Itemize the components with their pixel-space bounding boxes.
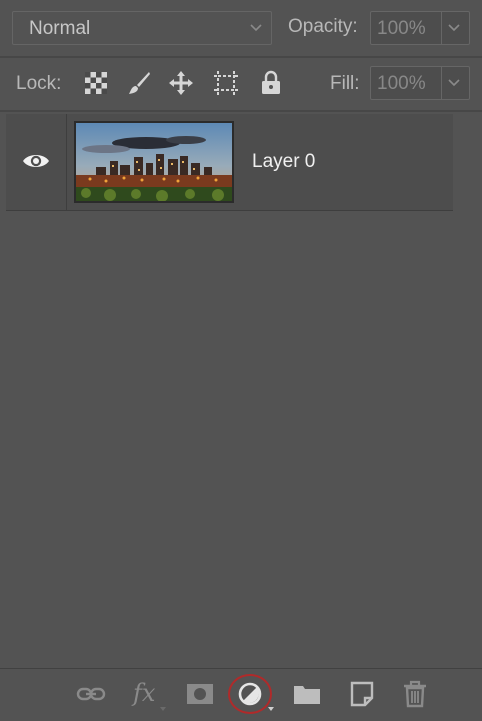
layers-toolbar: fx bbox=[0, 668, 482, 721]
fill-label: Fill: bbox=[330, 73, 360, 94]
eye-icon[interactable] bbox=[22, 151, 50, 171]
lock-row: Lock: Fill: 100% bbox=[0, 58, 482, 110]
layer-thumbnail[interactable] bbox=[74, 121, 234, 203]
artboard-icon[interactable] bbox=[213, 70, 239, 96]
blend-mode-dropdown[interactable]: Normal bbox=[12, 11, 272, 45]
visibility-toggle[interactable] bbox=[6, 114, 67, 210]
field-divider bbox=[441, 12, 442, 44]
link-icon[interactable] bbox=[76, 679, 106, 709]
dropdown-marker-icon bbox=[268, 707, 274, 711]
field-divider bbox=[441, 67, 442, 99]
fill-value: 100% bbox=[377, 73, 426, 94]
layer-name[interactable]: Layer 0 bbox=[252, 151, 315, 173]
layer-row[interactable]: Layer 0 bbox=[6, 114, 453, 211]
trash-icon[interactable] bbox=[400, 679, 430, 709]
padlock-icon[interactable] bbox=[258, 70, 284, 96]
blend-opacity-row: Normal Opacity: 100% bbox=[0, 0, 482, 56]
fill-field[interactable]: 100% bbox=[370, 66, 470, 100]
city-skyline-image bbox=[76, 123, 232, 201]
new-layer-icon[interactable] bbox=[347, 679, 377, 709]
opacity-value: 100% bbox=[377, 18, 426, 39]
adjustment-icon[interactable] bbox=[235, 679, 265, 709]
mask-icon[interactable] bbox=[185, 679, 215, 709]
folder-icon[interactable] bbox=[292, 679, 322, 709]
dropdown-marker-icon bbox=[160, 707, 166, 711]
layers-panel: Normal Opacity: 100% Lock: Fill: 100% La… bbox=[0, 0, 482, 721]
blend-mode-value: Normal bbox=[29, 18, 91, 39]
chevron-down-icon[interactable] bbox=[447, 21, 461, 35]
chevron-down-icon[interactable] bbox=[447, 76, 461, 90]
brush-icon[interactable] bbox=[126, 70, 152, 96]
move-icon[interactable] bbox=[168, 70, 194, 96]
checkerboard-icon[interactable] bbox=[83, 70, 109, 96]
opacity-label: Opacity: bbox=[288, 16, 358, 37]
fx-icon[interactable]: fx bbox=[133, 679, 155, 707]
lock-label: Lock: bbox=[16, 73, 62, 94]
divider bbox=[0, 110, 482, 112]
chevron-down-icon bbox=[250, 24, 262, 32]
opacity-field[interactable]: 100% bbox=[370, 11, 470, 45]
